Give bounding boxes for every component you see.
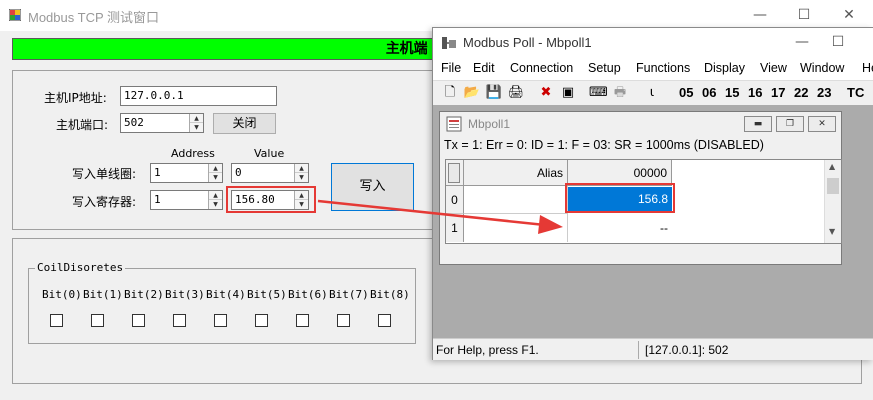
slave-window: Modbus TCP 测试窗口 — ☐ ✕ 主机端 (Slave) 主机IP地址… (0, 0, 873, 400)
annotation-arrow (317, 199, 563, 234)
